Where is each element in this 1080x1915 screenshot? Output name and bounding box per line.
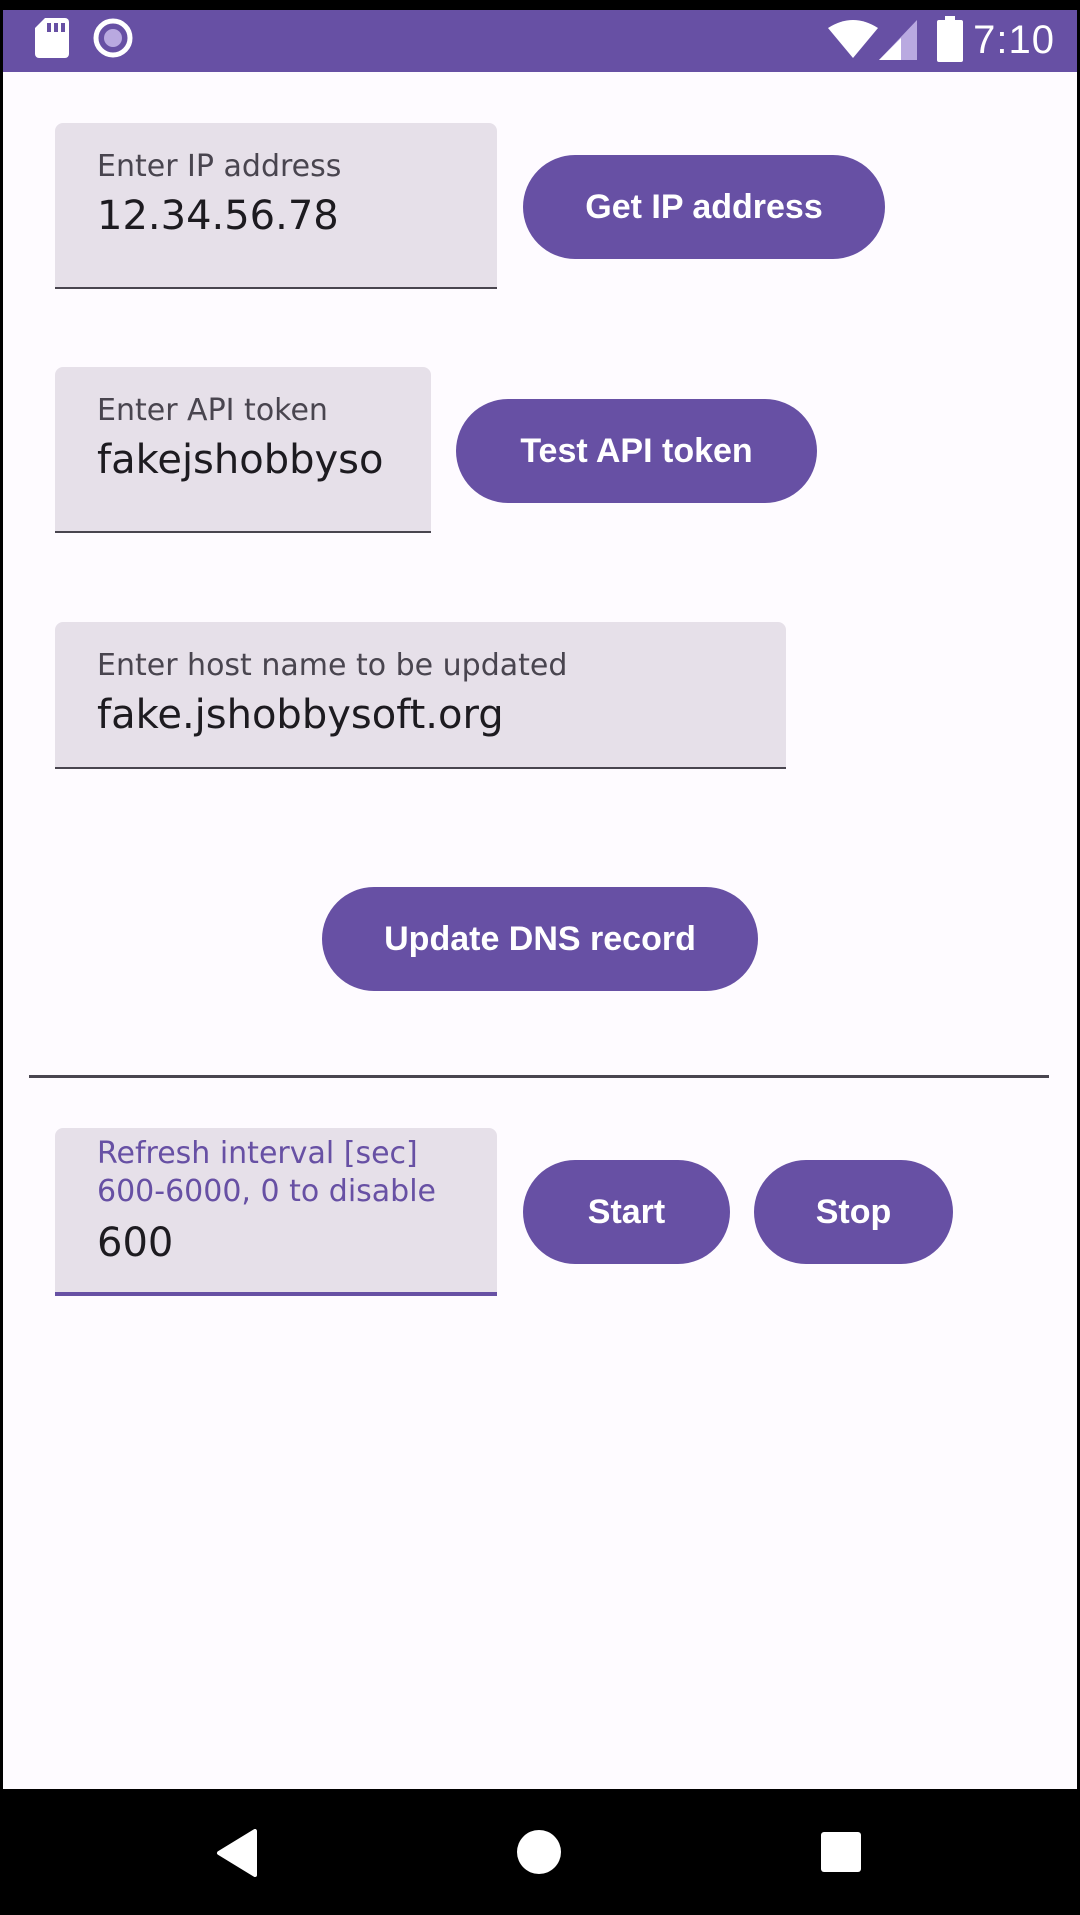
ip-address-field[interactable]: Enter IP address [55, 123, 497, 289]
api-token-label: Enter API token [97, 393, 328, 428]
screen: 7:10 Enter IP address Get IP address Ent… [0, 0, 1080, 1915]
get-ip-address-button[interactable]: Get IP address [523, 155, 885, 259]
update-dns-record-button[interactable]: Update DNS record [322, 887, 758, 991]
start-button[interactable]: Start [523, 1160, 730, 1264]
back-icon[interactable] [215, 1829, 259, 1882]
cell-signal-icon [879, 20, 917, 65]
stop-button[interactable]: Stop [754, 1160, 953, 1264]
refresh-interval-input[interactable] [97, 1220, 479, 1266]
status-time: 7:10 [973, 18, 1055, 62]
ip-address-input[interactable] [97, 193, 479, 239]
host-name-label: Enter host name to be updated [97, 648, 568, 683]
refresh-interval-label-line1: Refresh interval [sec] [97, 1136, 418, 1171]
app-content: Enter IP address Get IP address Enter AP… [3, 72, 1077, 1789]
host-name-input[interactable] [97, 692, 768, 738]
sd-card-icon [35, 18, 69, 63]
section-divider [29, 1075, 1049, 1078]
status-bar: 7:10 [3, 10, 1077, 72]
battery-icon [937, 16, 963, 67]
api-token-input[interactable] [97, 437, 413, 483]
navigation-bar [0, 1789, 1080, 1915]
host-name-field[interactable]: Enter host name to be updated [55, 622, 786, 769]
refresh-interval-label-line2: 600-6000, 0 to disable [97, 1174, 437, 1209]
home-icon[interactable] [516, 1829, 562, 1880]
test-api-token-button[interactable]: Test API token [456, 399, 817, 503]
api-token-field[interactable]: Enter API token [55, 367, 431, 533]
refresh-interval-field[interactable]: Refresh interval [sec] 600-6000, 0 to di… [55, 1128, 497, 1296]
ip-address-label: Enter IP address [97, 149, 342, 184]
recents-icon[interactable] [820, 1831, 862, 1878]
wifi-icon [828, 20, 878, 65]
record-icon [93, 18, 133, 63]
